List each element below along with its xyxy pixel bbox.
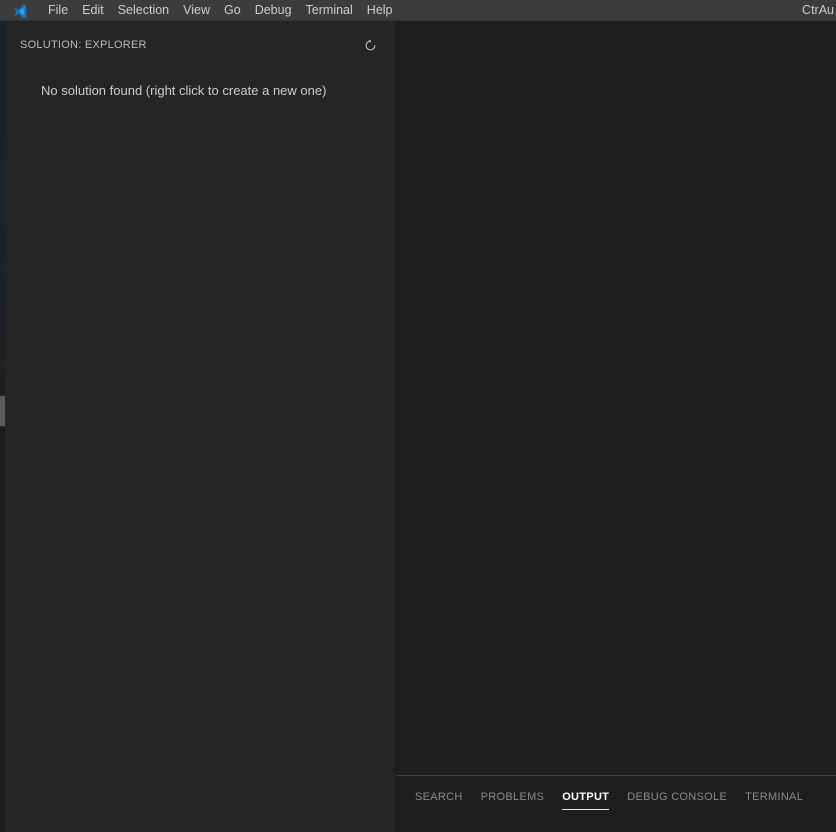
title-bar: File Edit Selection View Go Debug Termin… (0, 0, 836, 21)
menu-terminal[interactable]: Terminal (299, 0, 360, 20)
vscode-logo-icon (10, 2, 29, 20)
menu-selection[interactable]: Selection (111, 0, 176, 20)
menu-debug[interactable]: Debug (248, 0, 299, 20)
no-solution-message[interactable]: No solution found (right click to create… (41, 82, 371, 99)
bottom-panel: SEARCH PROBLEMS OUTPUT DEBUG CONSOLE TER… (396, 776, 836, 832)
panel-tab-problems[interactable]: PROBLEMS (481, 789, 545, 810)
vscode-window: File Edit Selection View Go Debug Termin… (0, 0, 836, 832)
menu-edit[interactable]: Edit (75, 0, 111, 20)
refresh-icon[interactable] (360, 35, 380, 55)
menu-file[interactable]: File (41, 0, 75, 20)
sidebar-actions (360, 34, 380, 56)
panel-tab-debug-console[interactable]: DEBUG CONSOLE (627, 789, 727, 810)
menu-bar: File Edit Selection View Go Debug Termin… (41, 0, 400, 20)
title-bar-right: CtrAu (802, 0, 836, 20)
sidebar-title: SOLUTION: EXPLORER (20, 39, 147, 51)
titlebar-hint-text: CtrAu (802, 3, 834, 17)
sidebar-header: SOLUTION: EXPLORER (5, 34, 395, 56)
panel-tab-bar: SEARCH PROBLEMS OUTPUT DEBUG CONSOLE TER… (415, 789, 821, 811)
sidebar: SOLUTION: EXPLORER No solution found (ri… (5, 21, 395, 832)
panel-tab-search[interactable]: SEARCH (415, 789, 463, 810)
menu-help[interactable]: Help (360, 0, 400, 20)
menu-go[interactable]: Go (217, 0, 248, 20)
panel-tab-output[interactable]: OUTPUT (562, 789, 610, 810)
editor-area[interactable] (396, 21, 836, 775)
menu-view[interactable]: View (176, 0, 217, 20)
panel-tab-terminal[interactable]: TERMINAL (745, 789, 803, 810)
